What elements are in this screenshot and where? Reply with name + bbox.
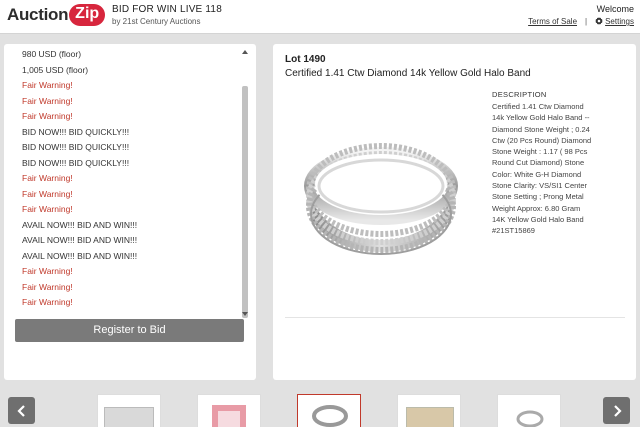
- thumbnail-5[interactable]: [497, 394, 561, 427]
- description-line: Round Cut Diamond) Stone: [492, 158, 585, 168]
- feed-line: AVAIL NOW!!! BID AND WIN!!!: [22, 250, 138, 261]
- feed-line: AVAIL NOW!!! BID AND WIN!!!: [22, 219, 138, 230]
- ring-image[interactable]: [289, 128, 469, 258]
- feed-line: Fair Warning!: [22, 111, 73, 121]
- feed-line: BID NOW!!! BID QUICKLY!!!: [22, 142, 130, 152]
- auction-title: BID FOR WIN LIVE 118: [112, 4, 222, 15]
- feed-line: Fair Warning!: [22, 188, 73, 199]
- settings-link[interactable]: Settings: [595, 17, 634, 26]
- description-line: #21ST15869: [492, 226, 535, 236]
- logo-text-zip: Zip: [69, 4, 106, 26]
- thumbnail-image: [104, 407, 154, 427]
- terms-of-sale-link[interactable]: Terms of Sale: [528, 17, 577, 26]
- description-line: Ctw (20 Pcs Round) Diamond: [492, 135, 592, 145]
- feed-line: 1,005 USD (floor): [22, 64, 89, 75]
- chevron-right-icon: [613, 404, 622, 417]
- lot-detail-panel: Lot 1490 Certified 1.41 Ctw Diamond 14k …: [273, 44, 636, 380]
- thumbnail-1[interactable]: [97, 394, 161, 427]
- description-line: Diamond Stone Weight ; 0.24: [492, 124, 590, 134]
- feed-line: 980 USD (floor): [22, 49, 82, 59]
- thumbnail-image: [218, 411, 240, 427]
- settings-label: Settings: [605, 17, 634, 26]
- description-line: Weight Approx: 6.80 Gram: [492, 203, 581, 213]
- thumbnail-image: [312, 405, 348, 427]
- gear-icon: [595, 17, 604, 25]
- description-line: Certified 1.41 Ctw Diamond: [492, 102, 584, 111]
- scroll-up-arrow-icon[interactable]: [242, 50, 248, 54]
- bid-feed-list: 980 USD (floor) 1,005 USD (floor) Fair War…: [4, 44, 240, 318]
- feed-line: Fair Warning!: [22, 95, 73, 106]
- description-text: Certified 1.41 Ctw Diamond 14k Yellow Gol…: [492, 101, 624, 237]
- previous-lot-button[interactable]: [8, 397, 35, 424]
- logo-text-auction: Auction: [7, 5, 69, 24]
- auctionzip-logo[interactable]: Auction Zip: [7, 4, 106, 26]
- chevron-left-icon: [16, 404, 25, 417]
- thumbnail-image: [406, 407, 454, 427]
- lot-title: Certified 1.41 Ctw Diamond 14k Yellow Go…: [285, 68, 531, 79]
- thumbnail-4[interactable]: [397, 394, 461, 427]
- auction-subtitle: by 21st Century Auctions: [112, 17, 201, 26]
- thumbnail-2[interactable]: [197, 394, 261, 427]
- feed-line: Fair Warning!: [22, 173, 73, 183]
- feed-line: AVAIL NOW!!! BID AND WIN!!!: [22, 235, 138, 245]
- description-line: 14k Yellow Gold Halo Band --: [492, 113, 590, 123]
- feed-line: Fair Warning!: [22, 80, 73, 90]
- register-to-bid-button[interactable]: Register to Bid: [15, 319, 244, 342]
- lot-number: Lot 1490: [285, 54, 326, 65]
- description-line: Stone Clarity: VS/SI1 Center: [492, 181, 588, 191]
- bid-feed-panel: 980 USD (floor) 1,005 USD (floor) Fair War…: [4, 44, 256, 380]
- description-heading: DESCRIPTION: [492, 90, 547, 99]
- feed-scrollbar[interactable]: [240, 50, 250, 318]
- feed-line: Fair Warning!: [22, 281, 73, 292]
- description-line: Color: White G-H Diamond: [492, 169, 582, 179]
- feed-line: BID NOW!!! BID QUICKLY!!!: [22, 157, 130, 168]
- scroll-down-arrow-icon[interactable]: [242, 312, 248, 316]
- feed-line: BID NOW!!! BID QUICKLY!!!: [22, 126, 130, 137]
- divider: [285, 317, 625, 318]
- feed-line: Fair Warning!: [22, 266, 73, 276]
- thumbnail-3-active[interactable]: [297, 394, 361, 427]
- header-bar: Auction Zip BID FOR WIN LIVE 118 by 21st…: [0, 0, 640, 34]
- description-line: Stone Weight : 1.17 ( 98 Pcs: [492, 147, 588, 157]
- welcome-text: Welcome: [596, 4, 634, 14]
- next-lot-button[interactable]: [603, 397, 630, 424]
- link-separator: |: [585, 17, 588, 26]
- scroll-thumb[interactable]: [242, 86, 248, 318]
- description-line: Stone Setting ; Prong Metal: [492, 192, 584, 202]
- feed-line: Fair Warning!: [22, 297, 73, 307]
- header-links: Terms of Sale | Settings: [528, 17, 634, 26]
- feed-line: Fair Warning!: [22, 204, 73, 214]
- thumbnail-image: [516, 410, 544, 427]
- description-line: 14K Yellow Gold Halo Band: [492, 214, 584, 224]
